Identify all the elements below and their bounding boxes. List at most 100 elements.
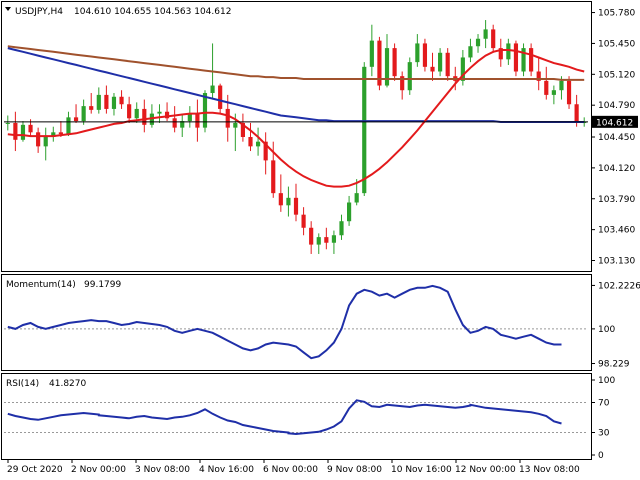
symbol-label: USDJPY,H4 [15, 7, 63, 17]
candle-body [73, 117, 79, 122]
time-tick-label: 4 Nov 16:00 [199, 465, 254, 475]
candle-body [491, 29, 496, 49]
time-tick-label: 2 Nov 00:00 [71, 465, 126, 475]
candle-body [58, 132, 63, 135]
price-tick-label: 103.460 [598, 226, 635, 236]
momentum-tick-label: 100 [598, 325, 615, 335]
candle-body [415, 43, 420, 63]
price-tick-label: 105.120 [598, 70, 635, 80]
candle-body [544, 80, 549, 95]
candle [392, 43, 397, 81]
price-tick-label: 105.450 [598, 39, 635, 49]
candle-body [43, 137, 48, 147]
candle [566, 76, 572, 109]
candle [529, 43, 534, 77]
time-tick-label: 6 Nov 00:00 [263, 465, 318, 475]
candle-body [5, 122, 10, 124]
candle-body [225, 108, 230, 128]
candle-body [195, 113, 200, 128]
candle-body [468, 46, 473, 58]
candle-body [475, 38, 481, 47]
candle-body [66, 117, 71, 135]
time-tick-label: 29 Oct 2020 [7, 465, 63, 475]
candle-body [20, 124, 26, 140]
candle-body [89, 106, 94, 110]
candle [521, 43, 526, 77]
candle-body [309, 227, 314, 245]
rsi-indicator-label: RSI(14) [6, 379, 39, 389]
candle-body [483, 29, 488, 39]
time-tick-label: 12 Nov 00:00 [455, 465, 516, 475]
candle [377, 36, 382, 91]
candle-body [430, 66, 435, 72]
momentum-value-label: 99.1799 [84, 280, 121, 290]
candle-body [362, 66, 367, 194]
candle-body [127, 104, 132, 119]
candle-body [392, 48, 397, 77]
candle [407, 57, 412, 95]
candle-body [134, 108, 139, 119]
candle-body [96, 94, 101, 110]
candle-body [13, 122, 18, 140]
candle-body [36, 132, 41, 147]
price-tick-label: 104.450 [598, 133, 635, 143]
candle-body [286, 197, 291, 206]
candle-body [347, 202, 352, 222]
momentum-tick-label: 102.2226 [598, 281, 640, 291]
price-tick-label: 103.790 [598, 195, 635, 205]
candle-body [202, 93, 208, 128]
candle-body [506, 43, 511, 60]
price-tick-label: 103.130 [598, 257, 635, 267]
candle-body [142, 108, 147, 125]
time-tick-label: 3 Nov 08:00 [135, 465, 190, 475]
candle-body [119, 96, 124, 105]
candle-body [331, 235, 337, 243]
current-price-badge-text: 104.612 [596, 118, 633, 128]
candle-body [369, 40, 374, 67]
price-tick-label: 104.790 [598, 101, 635, 111]
candle-body [271, 160, 276, 194]
candle-body [354, 193, 359, 203]
candle-body [551, 90, 556, 95]
time-tick-label: 9 Nov 08:00 [327, 465, 382, 475]
candle-body [301, 214, 306, 228]
candle [422, 38, 428, 72]
candle-body [422, 43, 428, 67]
candle-body [28, 124, 33, 133]
time-tick-label: 10 Nov 16:00 [391, 465, 452, 475]
candle-body [566, 80, 572, 105]
rsi-tick-label: 30 [598, 429, 610, 439]
candle-body [339, 221, 344, 236]
candle-body [559, 80, 564, 91]
candle-body [218, 85, 223, 109]
candle-body [293, 197, 299, 215]
price-tick-label: 104.120 [598, 164, 635, 174]
candle-body [529, 48, 534, 72]
rsi-tick-label: 70 [598, 399, 610, 409]
candle-body [81, 106, 86, 122]
candle-body [574, 104, 579, 123]
candle [362, 62, 367, 196]
candle-body [157, 111, 162, 114]
candle-body [438, 52, 443, 72]
candle-body [407, 62, 412, 91]
rsi-tick-label: 100 [598, 376, 615, 386]
candle [445, 48, 450, 81]
trading-chart[interactable]: 105.780 105.450 105.120 104.790 104.450 104.1… [0, 0, 640, 480]
candle-body [316, 237, 321, 245]
candle [513, 40, 519, 77]
rsi-tick-label: 0 [598, 451, 604, 461]
time-tick-label: 13 Nov 08:00 [519, 465, 580, 475]
candle-body [513, 43, 519, 72]
candle-body [324, 237, 329, 243]
candle-body [210, 85, 215, 94]
candle-body [111, 96, 117, 109]
candle-body [255, 141, 261, 147]
candle-body [172, 118, 177, 128]
candle-body [278, 193, 283, 206]
candle-body [104, 94, 109, 109]
momentum-tick-label: 98.229 [598, 360, 630, 370]
price-tick-label: 105.780 [598, 9, 635, 19]
momentum-indicator-label: Momentum(14) [6, 280, 76, 290]
candle-body [248, 137, 253, 147]
